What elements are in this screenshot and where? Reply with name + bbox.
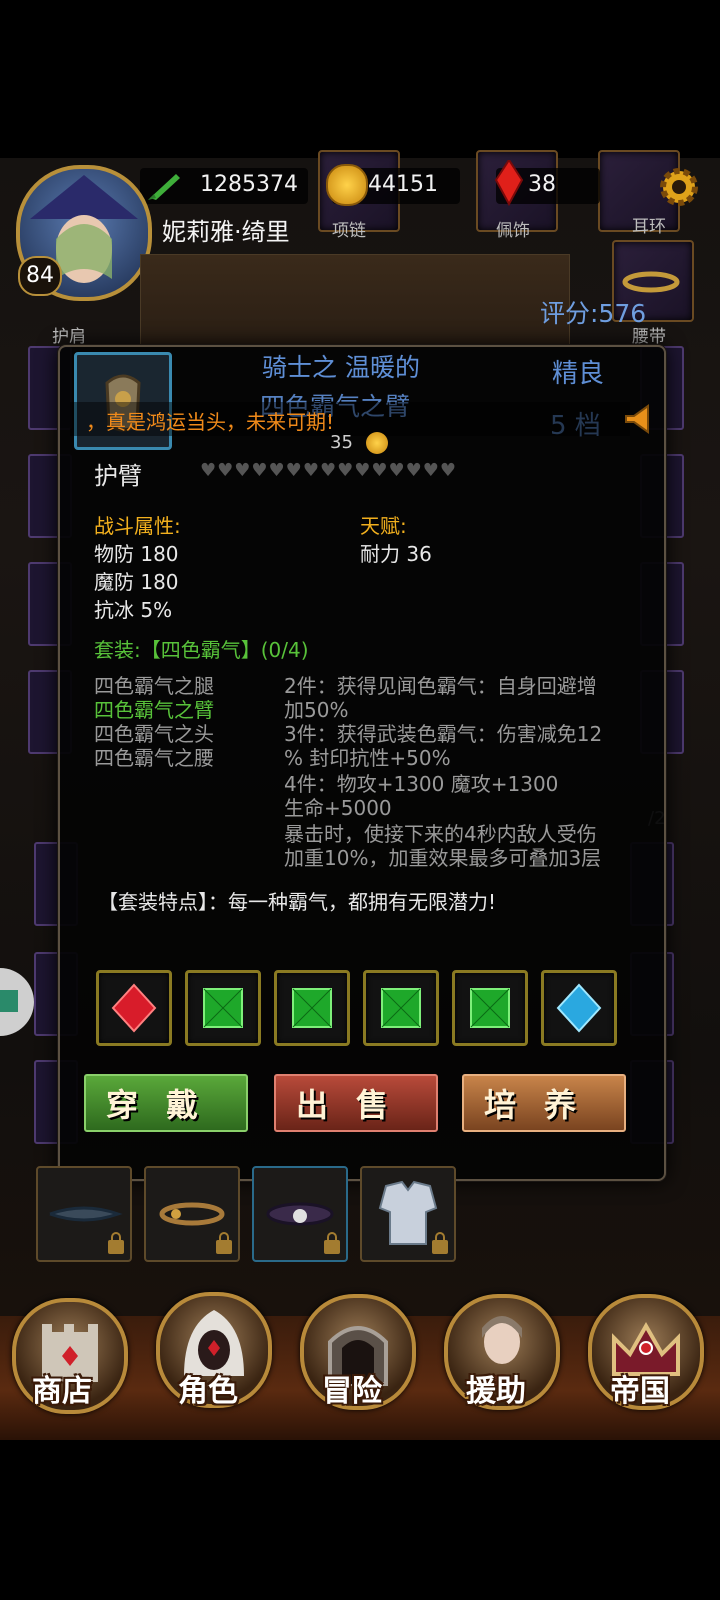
gem-socket-5[interactable]	[452, 970, 528, 1046]
cultivate-button[interactable]: 培养	[462, 1074, 626, 1132]
level-badge: 84	[18, 256, 62, 296]
inventory-slot-3[interactable]	[252, 1166, 348, 1262]
announcement-text: ，真是鸿运当头，未来可期!	[86, 410, 335, 434]
gem-socket-6[interactable]	[541, 970, 617, 1046]
green-gem-icon	[470, 988, 510, 1028]
green-gem-icon	[381, 988, 421, 1028]
gem-socket-4[interactable]	[363, 970, 439, 1046]
gold-value: 44151	[368, 172, 438, 197]
nav-empire-label: 帝国	[610, 1374, 670, 1409]
inventory-slot-2[interactable]	[144, 1166, 240, 1262]
equip-button[interactable]: 穿戴	[84, 1074, 248, 1132]
green-gem-icon	[292, 988, 332, 1028]
cube-icon	[0, 990, 18, 1012]
gear-icon[interactable]	[656, 164, 702, 210]
set-title: 套装:【四色霸气】(0/4)	[94, 638, 309, 662]
battle-attr-1: 物防 180	[94, 542, 179, 566]
set-feature: 【套装特点】：每一种霸气，都拥有无限潜力!	[98, 890, 497, 914]
item-quality: 精良	[552, 359, 605, 389]
set-bonus-line-6: 生命+5000	[284, 796, 392, 820]
talent-title: 天赋:	[360, 514, 407, 538]
lock-icon	[216, 1232, 232, 1254]
combat-power-value: 1285374	[200, 172, 298, 197]
set-bonus-line-8: 加重10%，加重效果最多可叠加3层	[284, 846, 602, 870]
red-gem-icon	[111, 983, 157, 1033]
slot-label-shoulder: 护肩	[52, 327, 86, 347]
enhance-count: 35	[330, 432, 353, 453]
lock-icon	[108, 1232, 124, 1254]
lock-icon	[324, 1232, 340, 1254]
slot-label-necklace: 项链	[332, 221, 366, 241]
nav-character-label: 角色	[178, 1374, 238, 1409]
sell-button[interactable]: 出售	[274, 1074, 438, 1132]
nav-shop-label: 商店	[32, 1374, 92, 1409]
nav-adventure-label: 冒险	[322, 1374, 382, 1409]
battle-attr-2: 魔防 180	[94, 570, 179, 594]
slot-label-accessory: 佩饰	[496, 221, 530, 241]
slot-label-earring: 耳环	[632, 217, 666, 237]
nav-assist-label: 援助	[466, 1374, 526, 1409]
battle-attr-title: 战斗属性:	[94, 514, 181, 538]
gem-socket-2[interactable]	[185, 970, 261, 1046]
talent-line-1: 耐力 36	[360, 542, 432, 566]
green-gem-icon	[203, 988, 243, 1028]
gem-socket-3[interactable]	[274, 970, 350, 1046]
item-name-line1: 骑士之 温暖的	[262, 353, 420, 382]
sword-icon	[148, 174, 180, 200]
gem-socket-1[interactable]	[96, 970, 172, 1046]
star-rating-hearts: ♥♥♥♥♥♥♥♥♥♥♥♥♥♥♥	[200, 460, 458, 481]
set-bonus-line-4: % 封印抗性+50%	[284, 746, 451, 770]
battle-attr-3: 抗冰 5%	[94, 598, 173, 622]
floating-assist-button[interactable]	[0, 968, 34, 1036]
speaker-icon[interactable]	[622, 404, 656, 434]
lock-icon	[432, 1232, 448, 1254]
score-label: 评分:576	[540, 299, 647, 328]
blue-gem-icon	[556, 983, 602, 1033]
item-type: 护臂	[94, 462, 142, 490]
inventory-slot-4[interactable]	[360, 1166, 456, 1262]
inventory-slot-1[interactable]	[36, 1166, 132, 1262]
set-piece-4: 四色霸气之腰	[94, 746, 214, 770]
coin-icon	[366, 432, 388, 454]
gem-value: 38	[528, 172, 556, 197]
character-display	[140, 254, 570, 346]
gold-coin-icon	[326, 164, 368, 206]
player-name: 妮莉雅·绮里	[162, 218, 290, 246]
red-crystal-icon	[494, 160, 524, 206]
